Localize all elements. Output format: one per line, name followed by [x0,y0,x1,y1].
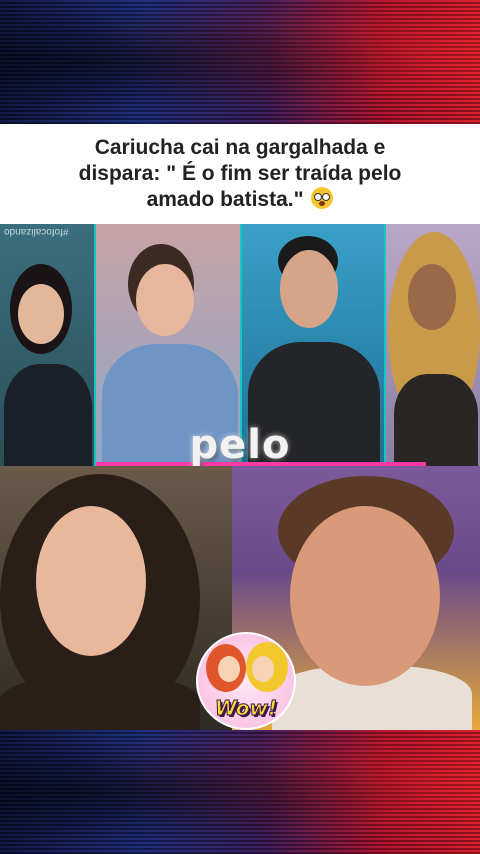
wow-sticker-text: Wow! [214,696,278,721]
flushed-face-icon [311,187,334,209]
caption-box: Cariucha cai na gargalhada e dispara: " … [0,124,480,224]
tv-panel-woman-curly-hair [386,224,480,466]
top-decorative-band [0,0,480,124]
caption-line-1: Cariucha cai na gargalhada e [94,136,386,159]
caption-text: Cariucha cai na gargalhada e dispara: " … [79,135,402,213]
caption-line-2: dispara: " É o fim ser traída pelo [78,162,402,185]
bottom-decorative-band [0,730,480,854]
tv-panel-woman-left [0,224,96,466]
wow-sticker: Wow! [196,632,296,730]
caption-line-3: amado batista." [146,188,304,211]
watermark-text: #fofocalizando [4,226,69,237]
subtitle-overlay-word: pelo [189,422,291,468]
